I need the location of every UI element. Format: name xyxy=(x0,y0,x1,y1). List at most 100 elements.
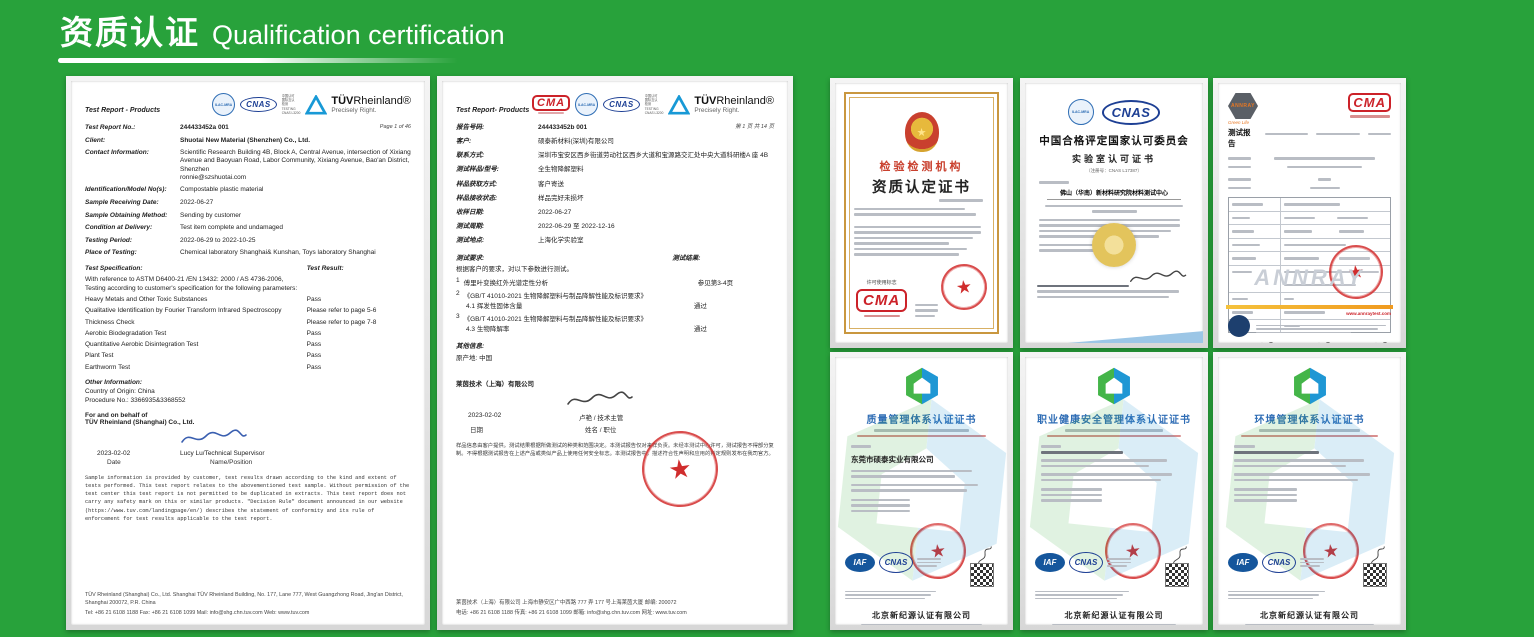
text-line-placeholder xyxy=(1234,465,1346,468)
field-label: Sample Receiving Date: xyxy=(85,199,180,207)
field-value: 硕泰新材料(深圳)有限公司 xyxy=(538,138,614,145)
text-line-placeholder xyxy=(917,558,941,560)
field-value: Shuotai New Material (Shenzhen) Co., Ltd… xyxy=(180,137,310,144)
iso-company-name: 东莞市硕泰实业有限公司 xyxy=(851,454,992,465)
report-no-label: 报告号码: xyxy=(456,124,538,132)
signature-icon xyxy=(566,390,636,408)
annray-signatures xyxy=(1228,339,1391,343)
spec-result: Please refer to page 5-6 xyxy=(307,307,411,315)
iso-footer: 北京新纪源认证有限公司 xyxy=(1025,610,1203,626)
qualification-section: 资质认证 Qualification certification Test Re… xyxy=(0,0,1534,637)
text-line-placeholder xyxy=(845,594,931,596)
issuer-address-placeholder xyxy=(1052,624,1177,626)
section-header: 资质认证 Qualification certification xyxy=(60,6,505,54)
field-label: Place of Testing: xyxy=(85,249,180,257)
text-line-placeholder xyxy=(854,242,949,245)
spec-no: 3 xyxy=(456,313,460,323)
tuv-slogan: Precisely Right. xyxy=(331,107,411,114)
other-info-1: Country of Origin: China xyxy=(85,388,411,395)
certificate-tuv-report-cn[interactable]: Test Report- Products CMA ILAC-MRA CNAS … xyxy=(437,76,793,630)
cnas-logo-icon: CNAS xyxy=(879,552,913,573)
report-fields: 客户: 硕泰新材料(深圳)有限公司 联系方式: 深圳市宝安区西乡街道劳动社区西乡… xyxy=(456,132,774,245)
tuv-report-en-content: Test Report - Products ILAC-MRA CNAS 中国认… xyxy=(71,81,425,625)
footer-address: 莱茵技术（上海）有限公司 上海市静安区广中西路 777 弄 177 号上海莱茵大… xyxy=(456,599,774,607)
cell-placeholder xyxy=(1284,217,1315,220)
spec-row: Plant Test Pass xyxy=(85,352,411,360)
annray-url: www.annraytest.com xyxy=(1346,311,1391,316)
iso-issuer-name: 北京新纪源认证有限公司 xyxy=(1218,610,1401,621)
issuer-address-placeholder xyxy=(861,624,982,626)
cell-placeholder xyxy=(1232,311,1253,314)
cell-placeholder xyxy=(1284,311,1325,314)
report-fields: Client: Shuotai New Material (Shenzhen) … xyxy=(85,132,411,257)
field-label: Client: xyxy=(85,137,180,145)
spec-name: Qualitative Identification by Fourier Tr… xyxy=(85,307,307,315)
report-field-row: Client: Shuotai New Material (Shenzhen) … xyxy=(85,137,411,145)
cell-placeholder xyxy=(1232,203,1263,206)
cma-logo-icon: CMA xyxy=(532,95,570,115)
field-value: Chemical laboratory Shanghai& Kunshan, T… xyxy=(180,249,376,256)
iso-body xyxy=(1218,445,1401,502)
text-line-placeholder xyxy=(1035,591,1129,593)
ilac-mra-icon: ILAC-MRA xyxy=(1068,99,1094,125)
certificate-cma-accreditation[interactable]: ★ 检验检测机构 资质认定证书 许可使用标志 xyxy=(830,78,1013,348)
cell-placeholder xyxy=(1232,244,1260,247)
iso-body: 东莞市硕泰实业有限公司 xyxy=(835,445,1008,512)
cell-placeholder xyxy=(1284,298,1294,301)
page-placeholder xyxy=(1368,133,1391,136)
cma-number-placeholder xyxy=(1350,115,1390,118)
page-number: Page 1 of 46 xyxy=(380,124,411,132)
tuv-wordmark-bold: TÜV xyxy=(694,95,716,107)
report-field-row: 样品获取方式: 客户寄送 xyxy=(456,181,774,189)
annray-report-title: 测试报告 xyxy=(1228,127,1257,149)
cert-no-placeholder xyxy=(939,199,983,202)
name-label: 姓名 / 职位 xyxy=(585,424,616,434)
field-value: 深圳市宝安区西乡街道劳动社区西乡大道和宝源路交汇处中央大道科研楼A 座 4B xyxy=(538,152,768,159)
certificate-tuv-report-en[interactable]: Test Report - Products ILAC-MRA CNAS 中国认… xyxy=(66,76,430,630)
section-title-en: Qualification certification xyxy=(212,20,505,51)
iso-fine-print-placeholder xyxy=(1228,589,1329,602)
cell-placeholder xyxy=(1284,203,1341,206)
tuv-slogan: Precisely Right. xyxy=(694,107,774,114)
red-seal-stamp-icon: ★ xyxy=(938,261,990,313)
spec-row: Heavy Metals and Other Toxic Substances … xyxy=(85,296,411,304)
certificate-iso-environment[interactable]: 环境管理体系认证证书 IAF CNAS xyxy=(1213,352,1406,630)
company-placeholder xyxy=(1234,451,1319,455)
label-placeholder xyxy=(1234,445,1255,448)
report-field-row: 客户: 硕泰新材料(深圳)有限公司 xyxy=(456,138,774,146)
cell-placeholder xyxy=(1232,257,1256,260)
accreditation-logos: IAF CNAS xyxy=(845,552,941,573)
label-placeholder xyxy=(851,445,871,448)
spec-result: Pass xyxy=(307,364,411,372)
field-value: Scientific Research Building 4B, Block A… xyxy=(180,149,411,172)
text-line-placeholder xyxy=(1234,479,1358,482)
text-line-placeholder xyxy=(917,562,941,564)
certificate-iso-quality[interactable]: 质量管理体系认证证书 东莞市硕泰实业有限公司 IAF CNAS xyxy=(830,352,1013,630)
certificate-iso-ohs[interactable]: 职业健康安全管理体系认证证书 IAF CNAS xyxy=(1020,352,1208,630)
text-line-placeholder xyxy=(845,591,936,593)
text-line-placeholder xyxy=(851,489,967,492)
spec-name: Quantitative Aerobic Disintegration Test xyxy=(85,341,307,349)
issuer-address-placeholder xyxy=(1245,624,1373,626)
label-placeholder xyxy=(1228,166,1251,169)
cma-logo-icon: CMA xyxy=(856,289,907,312)
tuv-rheinland-logo: TÜVRheinland® Precisely Right. xyxy=(305,95,411,115)
date-line-placeholder xyxy=(1039,249,1099,252)
spec-intro-1: With reference to ASTM D6400-21 /EN 1343… xyxy=(85,275,411,284)
testing-mark-icon: 中国认可 国际互认 检测 TESTING CNAS L3200 xyxy=(282,94,301,115)
certificate-annray-report[interactable]: ANNRAY Green Life CMA 测试报告 xyxy=(1213,78,1406,348)
tuv-wordmark-bold: TÜV xyxy=(331,95,353,107)
red-seal-stamp-icon: ★ xyxy=(637,426,723,512)
address-line-placeholder xyxy=(1092,210,1137,213)
certificate-cnas-laboratory[interactable]: ILAC-MRA CNAS 中国合格评定国家认可委员会 实验室认可证书 （注册号… xyxy=(1020,78,1208,348)
value-placeholder xyxy=(1310,187,1339,190)
field-value: 2022-06-27 xyxy=(538,209,571,216)
report-field-row: Contact Information: Scientific Research… xyxy=(85,149,411,182)
spec-result: Please refer to page 7-8 xyxy=(307,319,411,327)
secretary-line-placeholder xyxy=(1037,282,1191,302)
cell-placeholder xyxy=(1284,230,1313,233)
stamp-star-icon: ★ xyxy=(955,277,973,297)
cnas-logo-icon: CNAS xyxy=(1102,100,1161,125)
cma-letters: CMA xyxy=(532,95,570,111)
text-line-placeholder xyxy=(915,304,938,307)
